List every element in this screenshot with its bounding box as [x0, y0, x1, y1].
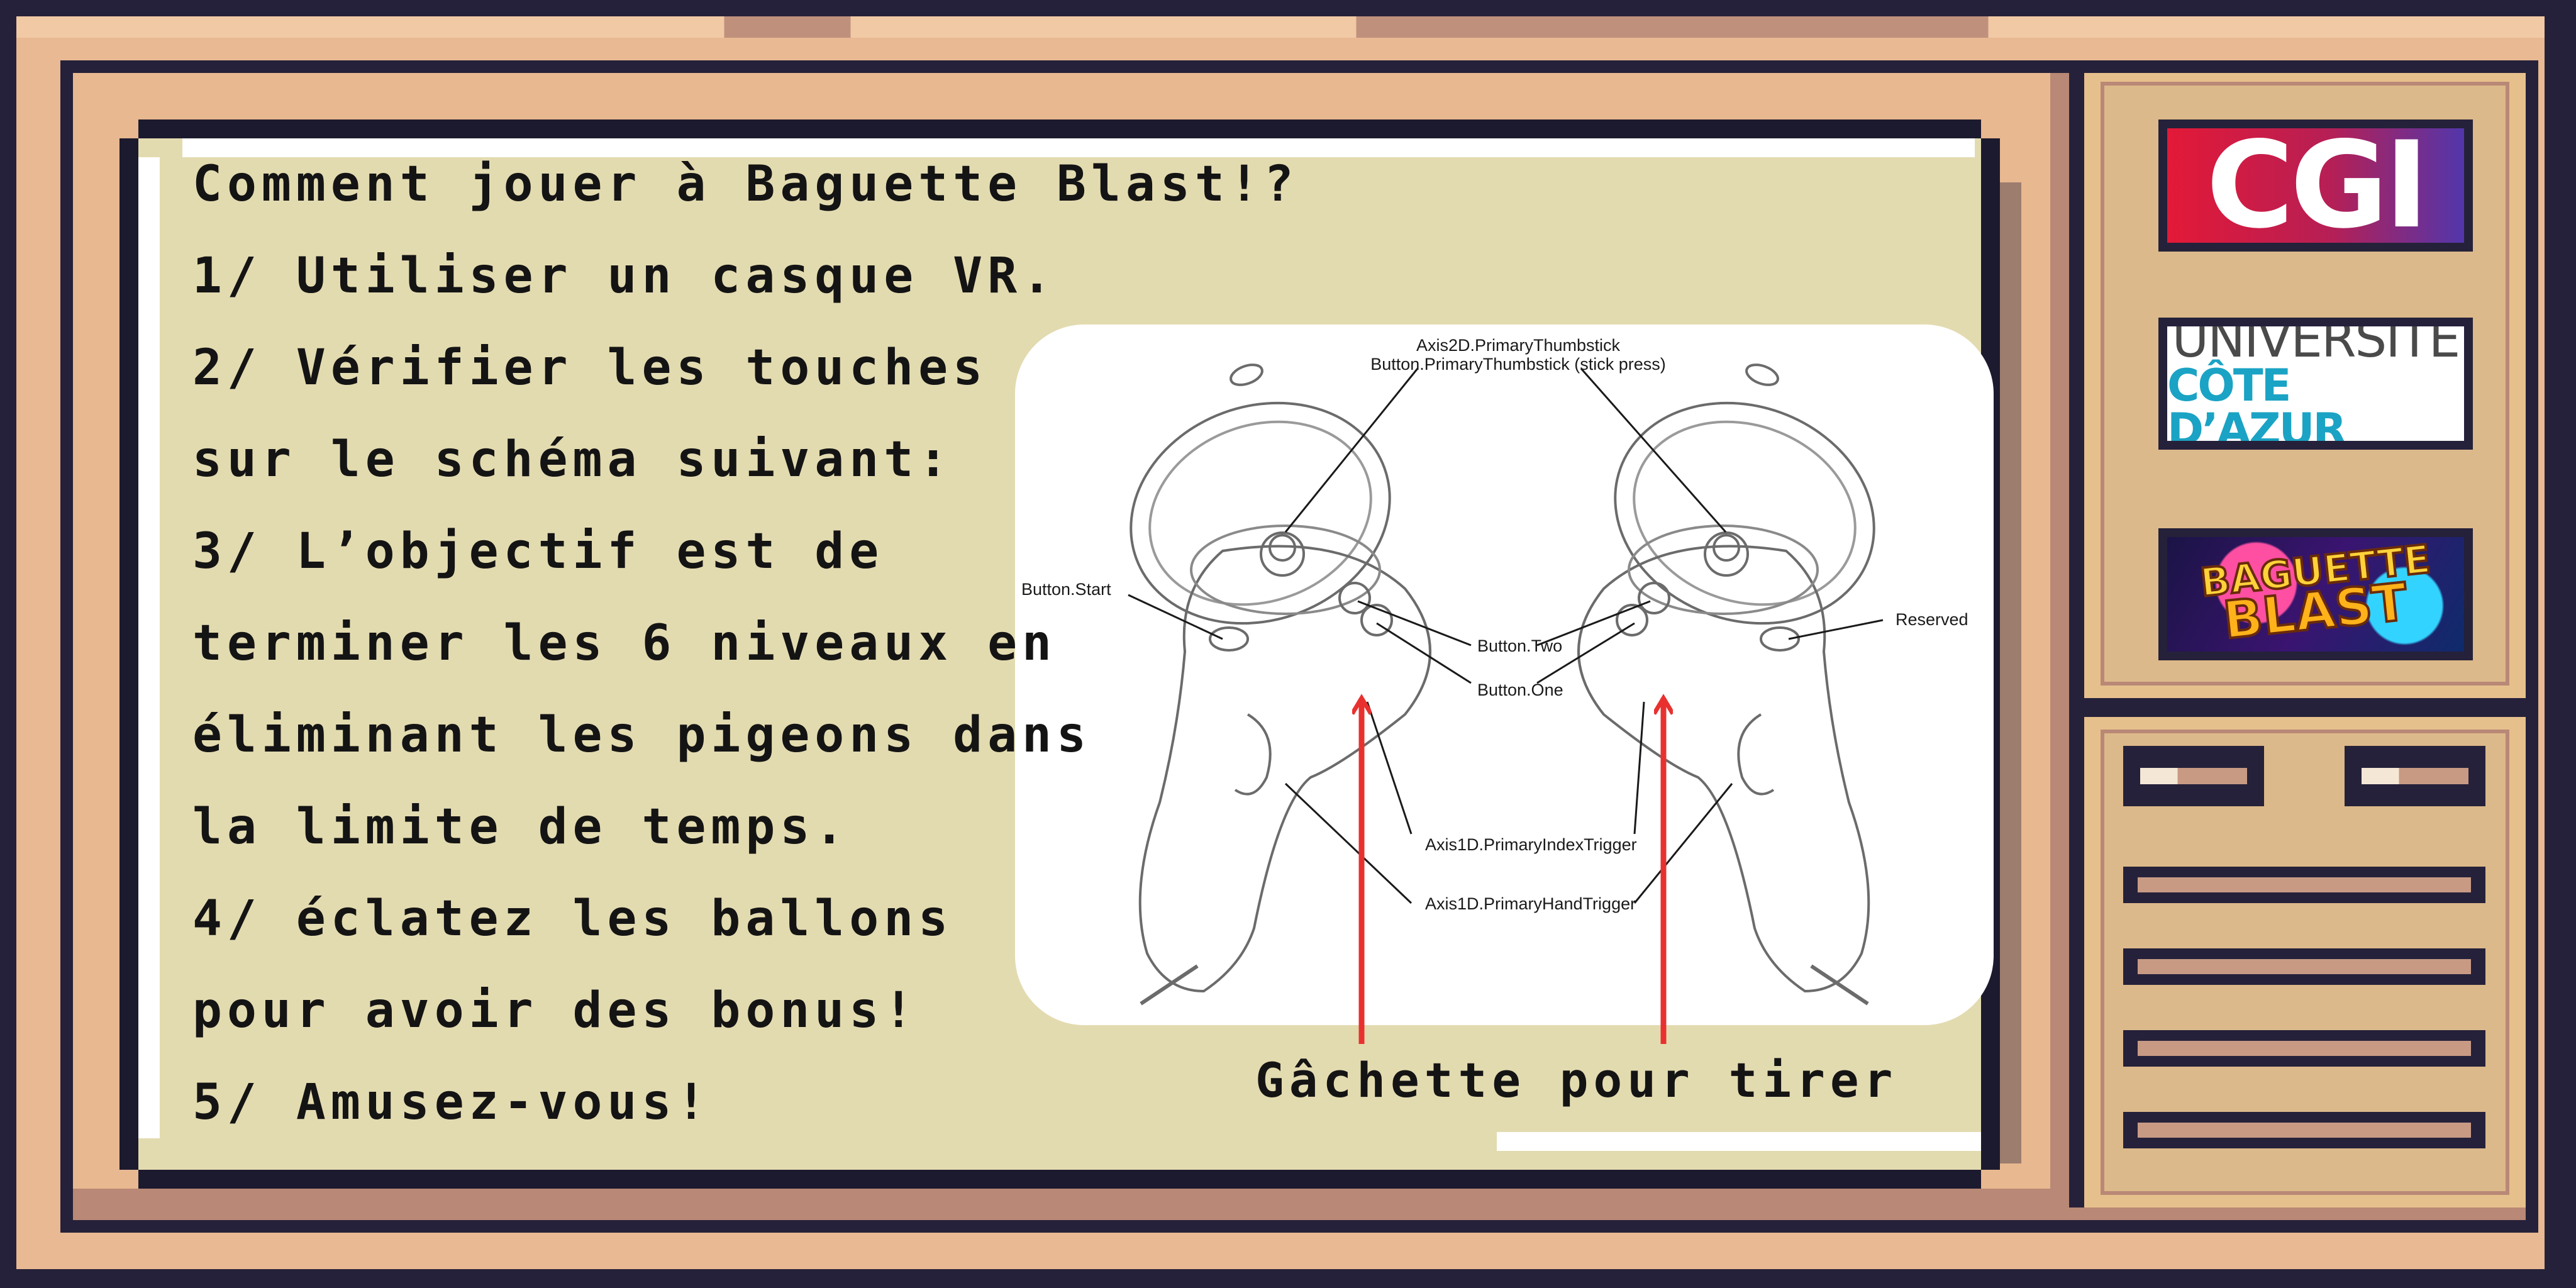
instruction-line: 5/ Amusez-vous! [192, 1074, 711, 1131]
tv-knob-left [2123, 746, 2264, 806]
label-index-trigger: Axis1D.PrimaryIndexTrigger [1425, 835, 1637, 854]
instruction-line: 3/ L’objectif est de [192, 523, 884, 580]
label-button-one: Button.One [1477, 680, 1563, 699]
screen-shadow [2000, 182, 2021, 1163]
screen-highlight [182, 138, 1975, 157]
label-hand-trigger: Axis1D.PrimaryHandTrigger [1425, 894, 1636, 913]
cgi-logo-text: CGI [2206, 119, 2429, 252]
instruction-line: 2/ Vérifier les touches [192, 340, 988, 396]
label-thumbstick-press: Button.PrimaryThumbstick (stick press) [1370, 355, 1666, 374]
tv-knob-right [2345, 746, 2485, 806]
left-controller-ring [1130, 401, 1391, 625]
speaker-vent [2123, 948, 2485, 985]
baguette-blast-logo: BAGUETTE BLAST [2158, 528, 2473, 660]
speaker-vent [2123, 1030, 2485, 1067]
instruction-line: terminer les 6 niveaux en [192, 615, 1057, 672]
label-thumbstick-axis: Axis2D.PrimaryThumbstick [1416, 336, 1621, 355]
label-button-two: Button.Two [1477, 636, 1562, 655]
label-reserved: Reserved [1896, 610, 1968, 629]
speaker-vent [2123, 1112, 2485, 1148]
trigger-caption: Gâchette pour tirer [1255, 1052, 1898, 1108]
trigger-arrow-left [1352, 694, 1371, 1044]
uca-logo-line2: CÔTE D’AZUR [2167, 360, 2346, 450]
instruction-line: 4/ éclatez les ballons [192, 891, 953, 947]
controller-diagram-svg: Axis2D.PrimaryThumbstick Button.PrimaryT… [1021, 336, 1968, 1006]
tv-frame-shade [2050, 73, 2069, 1218]
universite-cote-azur-logo: UNIVERSITÉ CÔTE D’AZUR [2158, 318, 2473, 450]
trigger-arrow-right [1654, 694, 1673, 1044]
instruction-line: sur le schéma suivant: [192, 431, 953, 488]
label-button-start: Button.Start [1021, 580, 1111, 599]
uca-logo-line1: UNIVERSITÉ [2172, 318, 2461, 369]
side-panel-border [2069, 73, 2084, 1208]
instruction-line: 1/ Utiliser un casque VR. [192, 248, 1057, 304]
instruction-line: pour avoir des bonus! [192, 982, 919, 1039]
right-controller-ring [1614, 401, 1875, 625]
instruction-line: éliminant les pigeons dans [192, 707, 1091, 763]
screen-highlight [138, 157, 160, 1138]
screen-highlight [1497, 1132, 1981, 1151]
cgi-logo: CGI [2158, 119, 2473, 252]
instruction-line: la limite de temps. [192, 799, 850, 855]
controller-diagram: Axis2D.PrimaryThumbstick Button.PrimaryT… [1015, 325, 1994, 1025]
side-panel-divider [2069, 698, 2526, 717]
game-logo-line2: BLAST [2219, 571, 2412, 652]
instructions-title: Comment jouer à Baguette Blast!? [192, 156, 1299, 213]
tv-frame-top-band [16, 16, 2545, 38]
speaker-vent [2123, 867, 2485, 903]
